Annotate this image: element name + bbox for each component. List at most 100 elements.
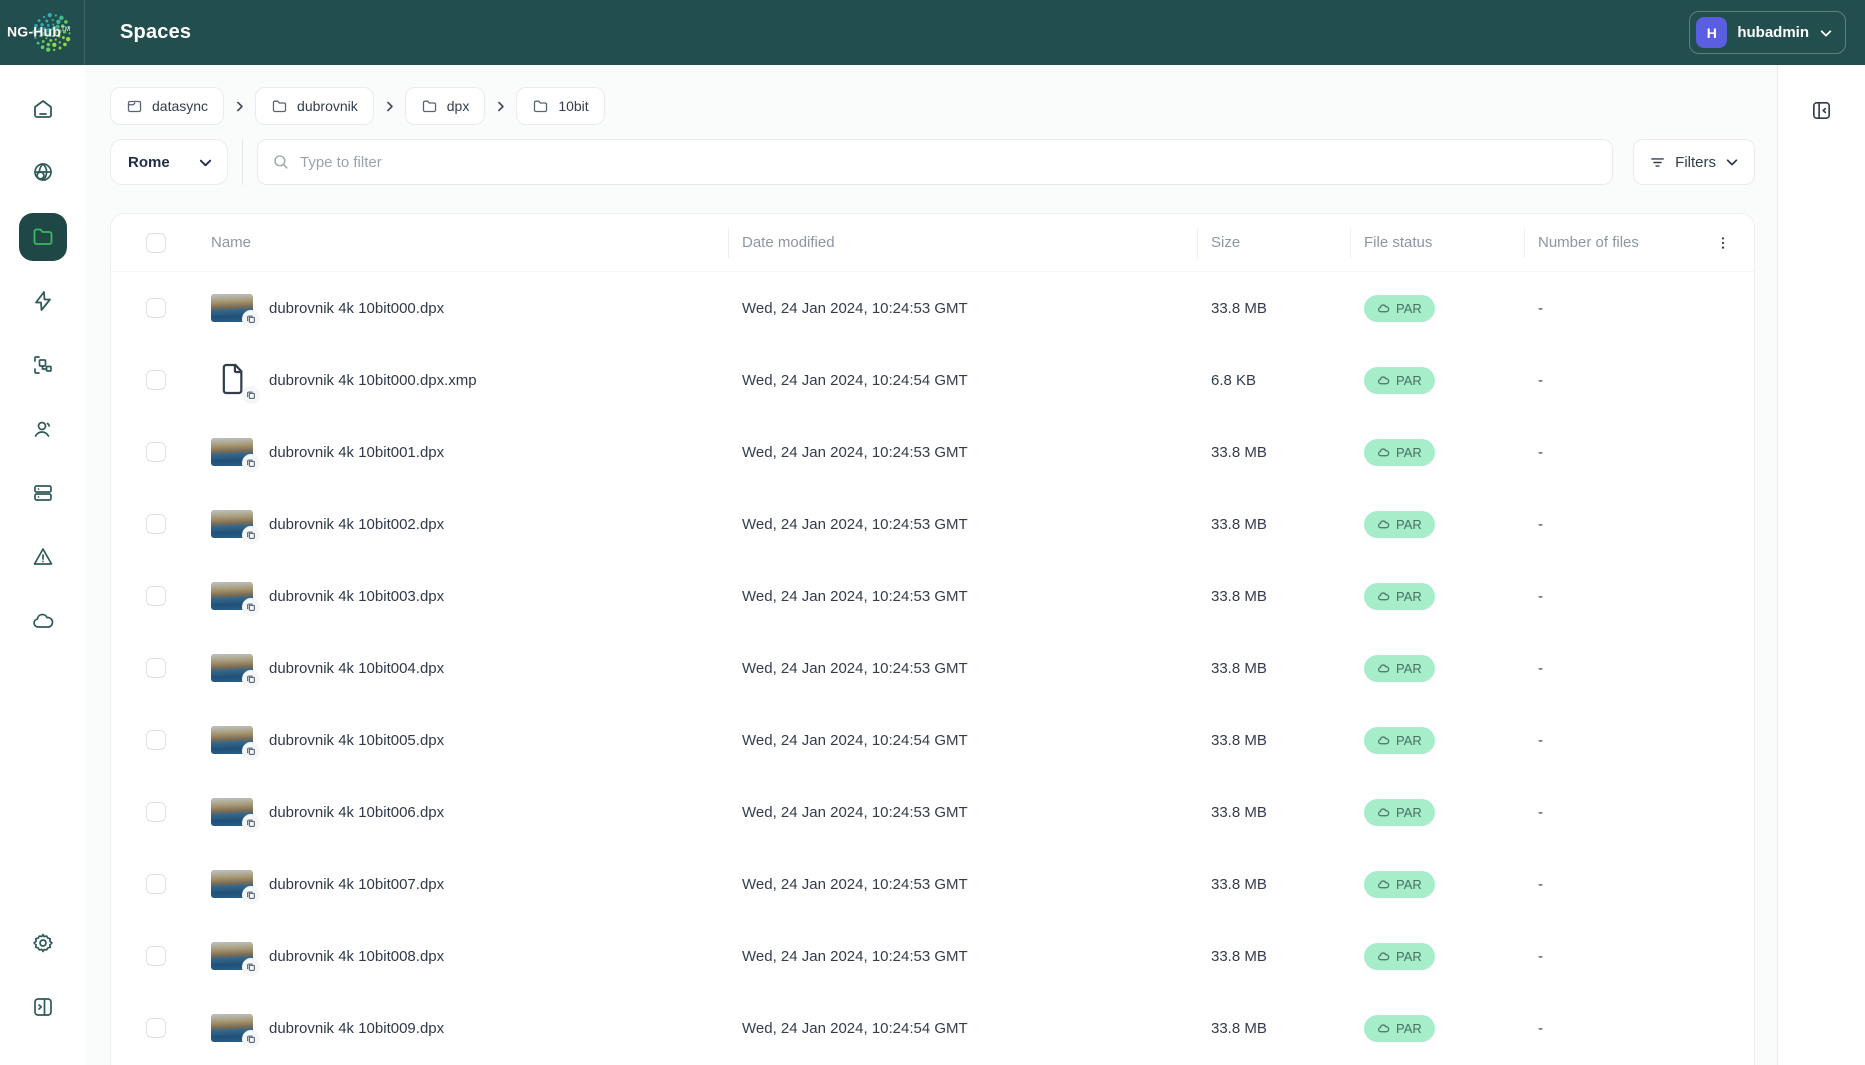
status-badge: PAR bbox=[1364, 726, 1435, 754]
home-icon bbox=[33, 100, 52, 118]
breadcrumb-item-dpx[interactable]: dpx bbox=[404, 87, 486, 125]
table-row[interactable]: dubrovnik 4k 10bit001.dpx Wed, 24 Jan 20… bbox=[111, 416, 1754, 488]
table-row[interactable]: dubrovnik 4k 10bit005.dpx Wed, 24 Jan 20… bbox=[111, 704, 1754, 776]
sidebar-item-settings[interactable] bbox=[19, 919, 67, 967]
row-checkbox[interactable] bbox=[146, 514, 166, 534]
status-badge: PAR bbox=[1364, 798, 1435, 826]
file-date-modified: Wed, 24 Jan 2024, 10:24:54 GMT bbox=[742, 1019, 968, 1037]
search-input[interactable] bbox=[300, 153, 1599, 171]
table-row[interactable]: dubrovnik 4k 10bit004.dpx Wed, 24 Jan 20… bbox=[111, 632, 1754, 704]
row-checkbox[interactable] bbox=[146, 874, 166, 894]
panel-collapse-icon bbox=[1813, 102, 1830, 119]
sidebar-item-activity[interactable] bbox=[19, 277, 67, 325]
file-name[interactable]: dubrovnik 4k 10bit003.dpx bbox=[269, 588, 444, 605]
search-box bbox=[257, 139, 1614, 185]
row-checkbox[interactable] bbox=[146, 298, 166, 318]
sidebar-item-alerts[interactable] bbox=[19, 533, 67, 581]
file-name[interactable]: dubrovnik 4k 10bit004.dpx bbox=[269, 660, 444, 677]
file-date-modified: Wed, 24 Jan 2024, 10:24:53 GMT bbox=[742, 659, 968, 677]
users-icon bbox=[34, 421, 50, 437]
column-header-number-of-files[interactable]: Number of files bbox=[1538, 234, 1639, 251]
chevron-down-icon bbox=[199, 159, 212, 166]
cloud-icon bbox=[1378, 519, 1390, 528]
sidebar-item-discover[interactable] bbox=[19, 149, 67, 197]
row-checkbox[interactable] bbox=[146, 586, 166, 606]
warning-icon bbox=[33, 548, 52, 565]
app-logo[interactable]: NG-HubTM bbox=[0, 0, 85, 65]
table-row[interactable]: dubrovnik 4k 10bit006.dpx Wed, 24 Jan 20… bbox=[111, 776, 1754, 848]
app-window: NG-HubTM Spaces H hubadmin datasync dubr… bbox=[0, 0, 1865, 1065]
row-checkbox[interactable] bbox=[146, 442, 166, 462]
file-count: - bbox=[1538, 947, 1543, 965]
user-menu[interactable]: H hubadmin bbox=[1689, 11, 1846, 54]
row-checkbox[interactable] bbox=[146, 658, 166, 678]
file-name[interactable]: dubrovnik 4k 10bit002.dpx bbox=[269, 516, 444, 533]
file-size: 33.8 MB bbox=[1211, 947, 1267, 965]
row-checkbox[interactable] bbox=[146, 946, 166, 966]
column-options-kebab[interactable] bbox=[1691, 235, 1754, 251]
breadcrumb-item-datasync[interactable]: datasync bbox=[110, 87, 225, 125]
row-checkbox[interactable] bbox=[146, 802, 166, 822]
status-label: PAR bbox=[1396, 732, 1422, 748]
file-name[interactable]: dubrovnik 4k 10bit005.dpx bbox=[269, 732, 444, 749]
file-name[interactable]: dubrovnik 4k 10bit007.dpx bbox=[269, 876, 444, 893]
column-header-date-modified[interactable]: Date modified bbox=[742, 234, 835, 251]
file-name[interactable]: dubrovnik 4k 10bit009.dpx bbox=[269, 1020, 444, 1037]
status-badge: PAR bbox=[1364, 582, 1435, 610]
file-name[interactable]: dubrovnik 4k 10bit000.dpx bbox=[269, 300, 444, 317]
column-header-file-status[interactable]: File status bbox=[1364, 234, 1432, 251]
sidebar-item-cloud[interactable] bbox=[19, 597, 67, 645]
right-panel bbox=[1777, 65, 1865, 1065]
file-count: - bbox=[1538, 1019, 1543, 1037]
column-header-size[interactable]: Size bbox=[1211, 234, 1240, 251]
row-checkbox[interactable] bbox=[146, 730, 166, 750]
file-name[interactable]: dubrovnik 4k 10bit006.dpx bbox=[269, 804, 444, 821]
scan-icon bbox=[33, 356, 52, 374]
filters-button[interactable]: Filters bbox=[1633, 139, 1755, 185]
versions-badge-icon bbox=[242, 454, 260, 472]
chevron-right-icon bbox=[233, 100, 246, 113]
cloud-icon bbox=[1378, 663, 1390, 672]
table-row[interactable]: dubrovnik 4k 10bit002.dpx Wed, 24 Jan 20… bbox=[111, 488, 1754, 560]
column-header-name[interactable]: Name bbox=[211, 234, 251, 251]
panel-expand-icon bbox=[33, 998, 52, 1016]
table-row[interactable]: dubrovnik 4k 10bit008.dpx Wed, 24 Jan 20… bbox=[111, 920, 1754, 992]
table-row[interactable]: dubrovnik 4k 10bit000.dpx.xmp Wed, 24 Ja… bbox=[111, 344, 1754, 416]
versions-badge-icon bbox=[242, 310, 260, 328]
row-checkbox[interactable] bbox=[146, 1018, 166, 1038]
sidebar-item-storage[interactable] bbox=[19, 469, 67, 517]
sidebar-item-files[interactable] bbox=[18, 213, 67, 261]
status-label: PAR bbox=[1396, 660, 1422, 676]
sidebar-item-workflows[interactable] bbox=[19, 341, 67, 389]
table-row[interactable]: dubrovnik 4k 10bit003.dpx Wed, 24 Jan 20… bbox=[111, 560, 1754, 632]
sidebar-collapse-toggle[interactable] bbox=[19, 983, 67, 1031]
row-checkbox[interactable] bbox=[146, 370, 166, 390]
file-name[interactable]: dubrovnik 4k 10bit001.dpx bbox=[269, 444, 444, 461]
table-row[interactable]: dubrovnik 4k 10bit009.dpx Wed, 24 Jan 20… bbox=[111, 992, 1754, 1064]
site-select[interactable]: Rome bbox=[110, 139, 228, 185]
breadcrumb-item-10bit[interactable]: 10bit bbox=[516, 87, 605, 125]
page-title: Spaces bbox=[120, 21, 192, 43]
file-size: 33.8 MB bbox=[1211, 443, 1267, 461]
chevron-right-icon bbox=[383, 100, 396, 113]
breadcrumb-item-dubrovnik[interactable]: dubrovnik bbox=[255, 87, 374, 125]
file-name[interactable]: dubrovnik 4k 10bit008.dpx bbox=[269, 948, 444, 965]
sidebar-item-users[interactable] bbox=[19, 405, 67, 453]
versions-badge-icon bbox=[242, 526, 260, 544]
select-all-checkbox[interactable] bbox=[146, 232, 166, 253]
versions-badge-icon bbox=[242, 814, 260, 832]
cloud-icon bbox=[32, 613, 53, 628]
file-count: - bbox=[1538, 587, 1543, 605]
filter-toolbar: Rome Filters bbox=[110, 139, 1755, 185]
status-badge: PAR bbox=[1364, 870, 1435, 898]
cloud-icon bbox=[1378, 951, 1390, 960]
server-icon bbox=[33, 485, 52, 501]
chevron-down-icon bbox=[1820, 29, 1832, 36]
table-row[interactable]: dubrovnik 4k 10bit007.dpx Wed, 24 Jan 20… bbox=[111, 848, 1754, 920]
cloud-icon bbox=[1378, 807, 1390, 816]
table-row[interactable]: dubrovnik 4k 10bit000.dpx Wed, 24 Jan 20… bbox=[111, 272, 1754, 344]
sidebar-item-home[interactable] bbox=[19, 85, 67, 133]
file-name[interactable]: dubrovnik 4k 10bit000.dpx.xmp bbox=[269, 372, 477, 389]
details-panel-toggle[interactable] bbox=[1810, 99, 1833, 122]
file-thumbnail bbox=[211, 294, 260, 328]
